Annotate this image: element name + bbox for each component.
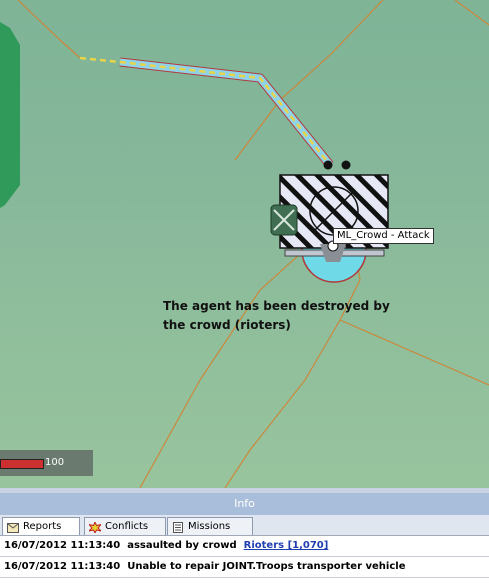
report-time: 16/07/2012 11:13:40: [4, 561, 121, 572]
movement-route: [79, 56, 334, 168]
table-row[interactable]: 16/07/2012 11:13:40 Unable to repair JOI…: [0, 557, 489, 578]
map-view[interactable]: ML_Crowd - Attack The agent has been des…: [0, 0, 489, 488]
health-value: 100: [45, 457, 65, 468]
reports-table: 16/07/2012 11:13:40 assaulted by crowd R…: [0, 535, 489, 585]
document-icon: [172, 521, 184, 533]
tab-reports[interactable]: Reports: [2, 517, 80, 535]
info-panel-header: Info: [0, 493, 489, 515]
explosion-icon: [87, 520, 103, 534]
event-caption: The agent has been destroyed by the crow…: [163, 299, 390, 332]
forest-area: [0, 22, 20, 208]
tab-label: Conflicts: [105, 521, 149, 532]
unit-tooltip: ML_Crowd - Attack: [333, 228, 434, 244]
terrain-layer: [0, 0, 489, 488]
agent-icon: [270, 204, 298, 236]
tab-conflicts[interactable]: Conflicts: [84, 517, 166, 535]
envelope-icon: [7, 522, 19, 533]
tab-label: Missions: [188, 521, 231, 532]
report-link[interactable]: Rioters [1,070]: [244, 536, 329, 556]
info-tabs: Reports Conflicts Missions: [0, 515, 489, 535]
tab-label: Reports: [23, 521, 62, 532]
report-time: 16/07/2012 11:13:40: [4, 540, 121, 551]
report-message: assaulted by crowd: [127, 540, 237, 551]
health-indicator: 100: [0, 450, 93, 476]
report-message: Unable to repair JOINT.Troops transporte…: [127, 561, 406, 572]
tab-missions[interactable]: Missions: [167, 517, 253, 535]
unit-marker-dot: [341, 160, 351, 170]
unit-marker-dot: [323, 160, 333, 170]
health-bar-fill: [0, 459, 44, 469]
table-row[interactable]: 16/07/2012 11:13:40 assaulted by crowd R…: [0, 536, 489, 557]
